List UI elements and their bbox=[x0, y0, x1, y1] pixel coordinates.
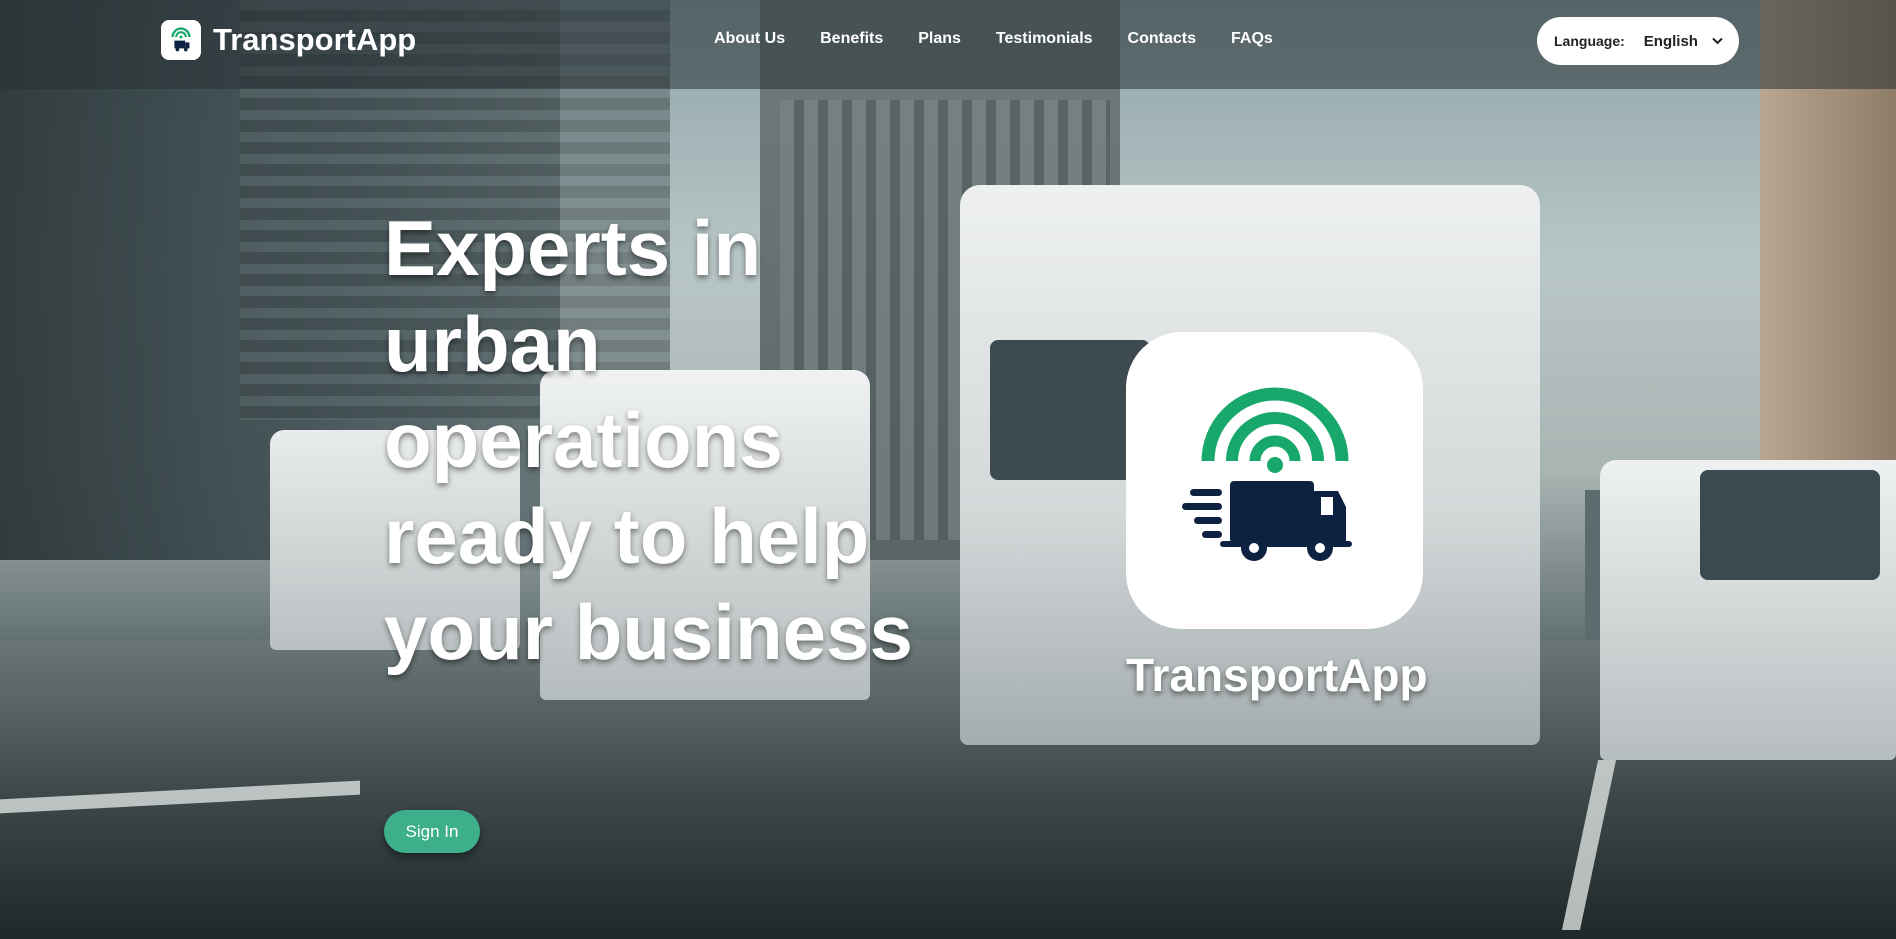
language-selector: Language: English bbox=[1537, 17, 1739, 65]
sign-in-button[interactable]: Sign In bbox=[384, 810, 480, 853]
app-logo-name: TransportApp bbox=[1126, 649, 1428, 701]
language-label: Language: bbox=[1554, 33, 1625, 49]
language-dropdown[interactable]: English bbox=[1644, 32, 1723, 50]
brand[interactable]: TransportApp bbox=[161, 20, 416, 60]
hero-headline: Experts in urban operations ready to hel… bbox=[384, 204, 913, 676]
nav-faqs[interactable]: FAQs bbox=[1231, 30, 1273, 48]
truck-signal-icon bbox=[161, 20, 201, 60]
top-navigation: TransportApp About Us Benefits Plans Tes… bbox=[0, 0, 1896, 89]
language-value: English bbox=[1643, 32, 1698, 50]
nav-plans[interactable]: Plans bbox=[918, 30, 961, 48]
app-logo-card bbox=[1126, 332, 1423, 629]
truck-right-windshield bbox=[1700, 470, 1880, 580]
chevron-down-icon bbox=[1712, 32, 1723, 50]
truck-signal-icon bbox=[1180, 383, 1370, 578]
brand-name: TransportApp bbox=[213, 22, 417, 57]
nav-about-us[interactable]: About Us bbox=[714, 30, 785, 48]
nav-testimonials[interactable]: Testimonials bbox=[996, 30, 1093, 48]
hero-background bbox=[0, 0, 1896, 939]
main-nav: About Us Benefits Plans Testimonials Con… bbox=[714, 30, 1308, 48]
nav-contacts[interactable]: Contacts bbox=[1128, 30, 1196, 48]
nav-benefits[interactable]: Benefits bbox=[820, 30, 883, 48]
